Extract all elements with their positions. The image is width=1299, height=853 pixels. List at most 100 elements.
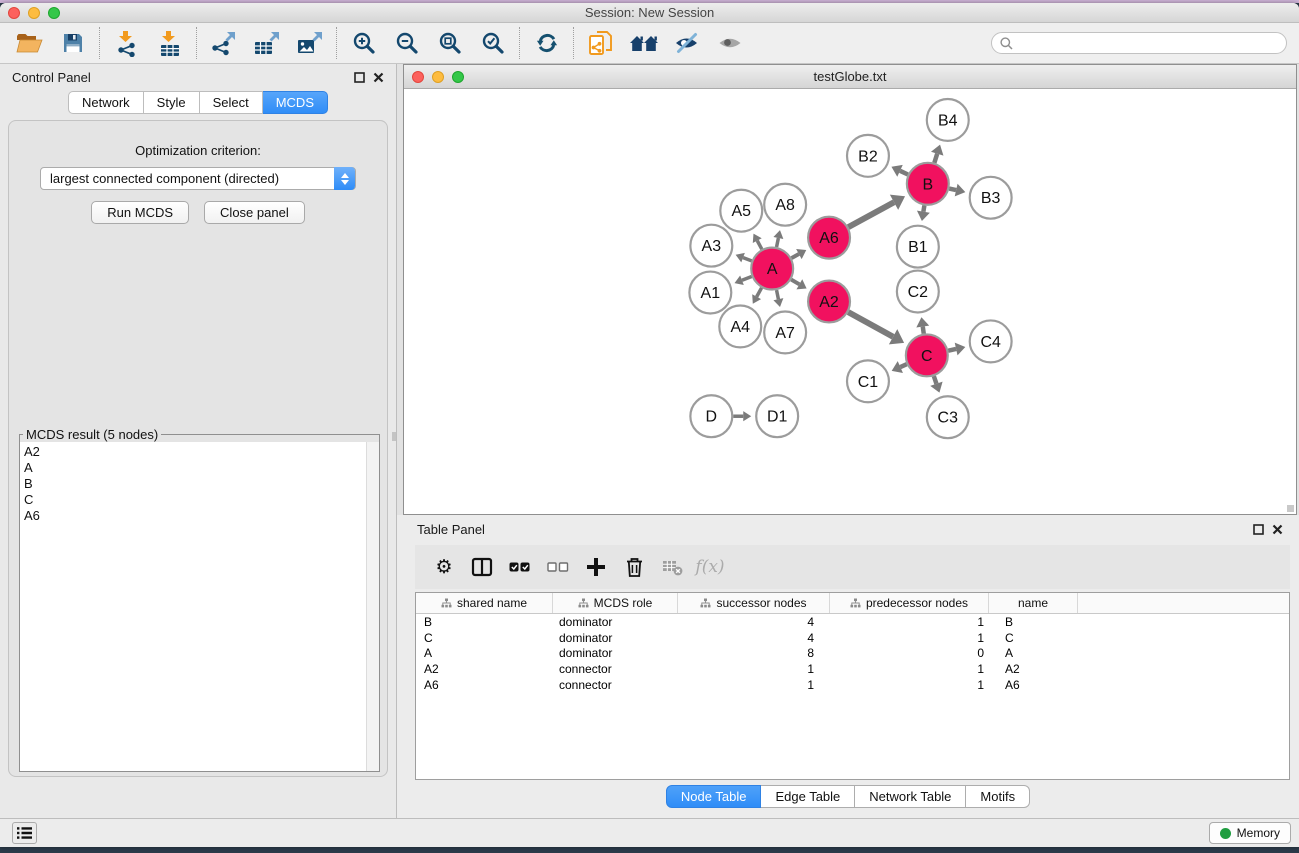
tab-motifs[interactable]: Motifs (966, 785, 1030, 808)
edge-A2-C[interactable] (848, 312, 893, 337)
mcds-result-item[interactable]: B (24, 476, 366, 492)
export-network-button[interactable] (202, 26, 245, 60)
table-settings-button[interactable]: ⚙ (425, 549, 463, 585)
table-cell[interactable]: 8 (678, 646, 830, 660)
column-header-successor-nodes[interactable]: successor nodes (678, 593, 830, 613)
table-cell[interactable]: 0 (830, 646, 989, 660)
table-cell[interactable]: B (989, 615, 1078, 629)
edge-A-A4[interactable] (757, 288, 762, 297)
table-cell[interactable]: A (989, 646, 1078, 660)
node-table[interactable]: shared nameMCDS rolesuccessor nodesprede… (415, 592, 1290, 780)
table-cell[interactable]: 1 (830, 631, 989, 645)
select-all-button[interactable] (501, 549, 539, 585)
close-panel-button[interactable]: Close panel (204, 201, 305, 224)
function-builder-button[interactable]: f(x) (691, 549, 729, 585)
tab-node-table[interactable]: Node Table (666, 785, 762, 808)
delete-table-button[interactable] (653, 549, 691, 585)
table-cell[interactable]: C (989, 631, 1078, 645)
edge-A-A3[interactable] (743, 258, 752, 261)
tab-network-table[interactable]: Network Table (855, 785, 966, 808)
table-row[interactable]: Bdominator41B (416, 614, 1289, 630)
edge-B-B2[interactable] (900, 171, 908, 175)
tab-network[interactable]: Network (68, 91, 144, 114)
vertical-splitter-handle[interactable] (392, 432, 396, 441)
criterion-dropdown[interactable]: largest connected component (directed) (40, 167, 356, 190)
show-all-button[interactable] (708, 26, 751, 60)
column-header-MCDS-role[interactable]: MCDS role (553, 593, 678, 613)
table-cell[interactable]: 1 (678, 662, 830, 676)
import-network-button[interactable] (105, 26, 148, 60)
network-graph[interactable]: B4B2BB3A8A5A6A3B1AC2A1A2A4A7C4CC1DD1C3 (404, 89, 1296, 514)
table-cell[interactable]: A6 (416, 678, 553, 692)
zoom-in-button[interactable] (342, 26, 385, 60)
table-cell[interactable]: 1 (830, 678, 989, 692)
mcds-result-item[interactable]: A2 (24, 444, 366, 460)
memory-button[interactable]: Memory (1209, 822, 1291, 844)
import-table-button[interactable] (148, 26, 191, 60)
table-cell[interactable]: connector (553, 678, 678, 692)
table-cell[interactable]: A6 (989, 678, 1078, 692)
edge-B-B3[interactable] (949, 189, 956, 191)
table-cell[interactable]: 1 (830, 662, 989, 676)
edge-B-B4[interactable] (934, 154, 937, 163)
zoom-fit-button[interactable] (428, 26, 471, 60)
mcds-result-item[interactable]: A6 (24, 508, 366, 524)
open-session-button[interactable] (8, 26, 51, 60)
float-table-panel-icon[interactable] (1253, 524, 1264, 535)
float-panel-icon[interactable] (354, 72, 365, 83)
zoom-out-button[interactable] (385, 26, 428, 60)
edge-A-A1[interactable] (742, 277, 752, 281)
table-row[interactable]: Adominator80A (416, 646, 1289, 662)
search-field[interactable] (991, 32, 1287, 54)
tab-style[interactable]: Style (144, 91, 200, 114)
edge-C-C3[interactable] (934, 376, 937, 384)
table-cell[interactable]: 1 (830, 615, 989, 629)
table-cell[interactable]: A2 (416, 662, 553, 676)
save-session-button[interactable] (51, 26, 94, 60)
edge-B-B1[interactable] (923, 205, 924, 211)
add-column-button[interactable] (577, 549, 615, 585)
export-image-button[interactable] (288, 26, 331, 60)
hide-selected-button[interactable] (665, 26, 708, 60)
zoom-selected-button[interactable] (471, 26, 514, 60)
tab-select[interactable]: Select (200, 91, 263, 114)
result-scrollbar-track[interactable] (366, 442, 379, 771)
table-cell[interactable]: B (416, 615, 553, 629)
table-row[interactable]: A2connector11A2 (416, 661, 1289, 677)
table-cell[interactable]: dominator (553, 646, 678, 660)
edge-C-C4[interactable] (948, 349, 956, 351)
table-cell[interactable]: A (416, 646, 553, 660)
table-row[interactable]: A6connector11A6 (416, 677, 1289, 693)
refresh-view-button[interactable] (525, 26, 568, 60)
table-cell[interactable]: connector (553, 662, 678, 676)
search-input[interactable] (1018, 36, 1278, 50)
table-cell[interactable]: A2 (989, 662, 1078, 676)
deselect-all-button[interactable] (539, 549, 577, 585)
table-cell[interactable]: 1 (678, 678, 830, 692)
mcds-result-item[interactable]: A (24, 460, 366, 476)
edge-A-A5[interactable] (757, 241, 762, 250)
column-header-shared-name[interactable]: shared name (416, 593, 553, 613)
edge-A-A8[interactable] (777, 238, 779, 247)
edge-A-A2[interactable] (791, 280, 799, 285)
first-neighbors-button[interactable] (622, 26, 665, 60)
tab-edge-table[interactable]: Edge Table (761, 785, 855, 808)
toggle-columns-button[interactable] (463, 549, 501, 585)
mcds-result-list[interactable]: A2ABCA6 (20, 442, 366, 771)
column-header-name[interactable]: name (989, 593, 1078, 613)
delete-column-button[interactable] (615, 549, 653, 585)
run-mcds-button[interactable]: Run MCDS (91, 201, 189, 224)
close-table-panel-icon[interactable] (1272, 524, 1283, 535)
table-cell[interactable]: dominator (553, 631, 678, 645)
table-cell[interactable]: C (416, 631, 553, 645)
table-cell[interactable]: 4 (678, 615, 830, 629)
tab-mcds[interactable]: MCDS (263, 91, 328, 114)
edge-A-A7[interactable] (777, 290, 779, 299)
table-cell[interactable]: dominator (553, 615, 678, 629)
edge-A-A6[interactable] (791, 254, 798, 258)
table-cell[interactable]: 4 (678, 631, 830, 645)
edge-A6-B[interactable] (848, 202, 894, 227)
export-table-button[interactable] (245, 26, 288, 60)
resize-grip[interactable] (1287, 505, 1294, 512)
new-network-from-selection-button[interactable] (579, 26, 622, 60)
